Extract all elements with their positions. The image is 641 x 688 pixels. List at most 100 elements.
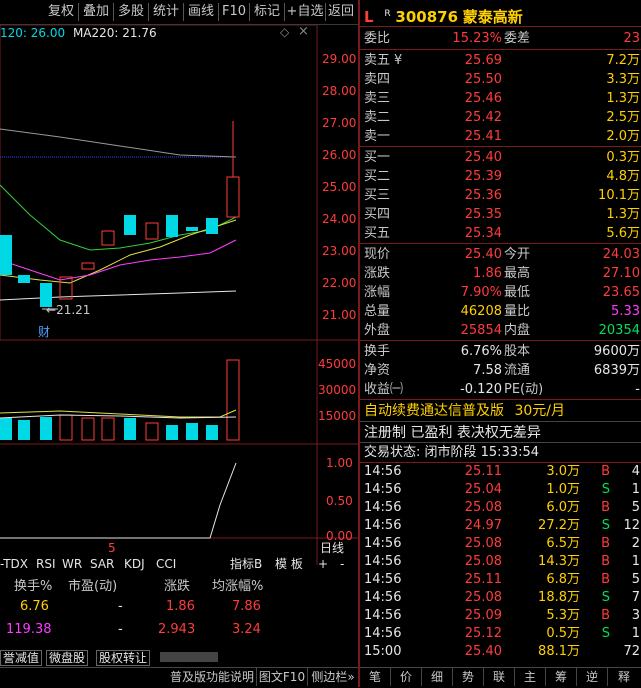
multi-stock-button[interactable]: 多股 [114,3,149,21]
close-icon[interactable]: × [298,24,309,39]
add-watchlist-button[interactable]: +自选 [285,3,326,21]
ask-volume: 1.3万 [606,91,640,106]
bid-row[interactable]: 买一 25.40 0.3万 [364,148,640,167]
tick-row[interactable]: 14:56 25.09 5.3万 B 3 [364,607,640,625]
tab-sar[interactable]: SAR [90,556,114,572]
statistics-button[interactable]: 统计 [149,3,184,21]
kline-svg [0,24,358,565]
add-indicator-icon[interactable]: + [318,556,328,572]
bid-price: 25.34 [464,226,502,241]
ma120-label: 120: 26.00 [0,26,66,40]
price-tick: 23.00 [322,244,357,258]
bid-row[interactable]: 买五 25.34 5.6万 [364,224,640,243]
tick-volume: 88.1万 [538,644,580,659]
help-link[interactable]: 普及版功能说明 [168,668,257,686]
ask-row[interactable]: 卖四 25.50 3.3万 [364,70,640,89]
quote-row: 现价 25.40 今开 24.03 [364,245,640,264]
draw-line-button[interactable]: 画线 [184,3,219,21]
tab-impairment[interactable]: 誉减值 [0,650,43,666]
listing-info: 注册制 已盈利 表决权无差异 [364,423,640,443]
fund-value: 9600万 [593,344,640,359]
tab-cci[interactable]: CCI [156,556,176,572]
ask-row[interactable]: 卖三 25.46 1.3万 [364,89,640,108]
sidebar-toggle[interactable]: 侧边栏» [308,668,359,686]
tick-row[interactable]: 14:56 25.08 14.3万 B 1 [364,553,640,571]
candle [186,227,198,231]
stock-title: L R 300876 蒙泰高新 [364,4,523,26]
fund-value: 7.58 [473,363,502,378]
tab-scrollbar[interactable] [160,652,218,662]
fund-label: 股本 [504,344,531,359]
overlay-button[interactable]: 叠加 [79,3,114,21]
tick-row[interactable]: 14:56 25.08 18.8万 S 7 [364,589,640,607]
volume-tick: 30000 [318,383,357,397]
bid-volume: 0.3万 [606,150,640,165]
quote-value: 25854 [460,323,502,338]
price-tick: 28.00 [322,84,357,98]
tick-price: 25.08 [464,500,502,515]
tick-row[interactable]: 14:56 25.08 6.5万 B 2 [364,535,640,553]
bid-row[interactable]: 买四 25.35 1.3万 [364,205,640,224]
f10-button[interactable]: F10 [219,3,250,21]
tick-row[interactable]: 14:56 25.04 1.0万 S 1 [364,481,640,499]
bid-label: 买四 [364,207,391,222]
ask-price: 25.46 [464,91,502,106]
finance-marker[interactable]: 财 [38,326,50,338]
kline-chart-area[interactable]: 120: 26.00 MA220: 21.76 ◇ × 29.00 28.00 … [0,24,358,565]
tick-row[interactable]: 14:56 25.08 6.0万 B 5 [364,499,640,517]
tick-count: 1 [631,482,640,497]
indicator-tick: 1.00 [326,456,353,470]
tick-row[interactable]: 14:56 25.12 0.5万 S 1 [364,625,640,643]
listing-info-text: 注册制 已盈利 表决权无差异 [364,425,541,441]
tick-list[interactable]: 14:56 25.11 3.0万 B 4 14:56 25.04 1.0万 S 1 14:56 25.… [360,463,641,661]
tick-row[interactable]: 14:56 25.11 3.0万 B 4 [364,463,640,481]
quote-value: 5.33 [611,304,640,319]
price-tick: 29.00 [322,52,357,66]
tick-row[interactable]: 15:00 25.40 88.1万 72 [364,643,640,661]
ask-label: 卖一 [364,129,391,144]
ask-row[interactable]: 卖二 25.42 2.5万 [364,108,640,127]
tab-kdj[interactable]: KDJ [124,556,145,572]
fund-label: PE(动) [504,382,544,397]
back-button[interactable]: 返回 [326,3,356,21]
tick-side: B [601,464,610,479]
bid-row[interactable]: 买二 25.39 4.8万 [364,167,640,186]
tick-time: 14:56 [364,590,402,605]
quote-value: 7.90% [460,285,502,300]
diamond-icon[interactable]: ◇ [280,25,289,39]
daily-line-button[interactable]: 日线 [320,542,344,554]
tick-time: 14:56 [364,608,402,623]
tick-volume: 6.5万 [546,536,580,551]
tab-rsi[interactable]: RSI [36,556,56,572]
f10-graphic-button[interactable]: 图文F10 [257,668,308,686]
mark-button[interactable]: 标记 [250,3,285,21]
low-price-label: ←21.21 [46,303,91,317]
quote-value: 23.65 [602,285,640,300]
tick-row[interactable]: 14:56 25.11 6.8万 B 5 [364,571,640,589]
chart-toolbar: 复权 叠加 多股 统计 画线 F10 标记 +自选 返回 [0,0,358,25]
fund-row: 收益㈠ -0.120 PE(动) - [364,380,640,399]
tab-tdx[interactable]: -TDX [0,556,28,572]
tab-equity-transfer[interactable]: 股权转让 [96,650,151,666]
indicator-b-button[interactable]: 指标B [230,556,262,572]
volume-bar [18,420,30,440]
weibi-value: 15.23% [452,31,502,46]
price-tick: 21.00 [322,308,357,322]
bid-row[interactable]: 买三 25.36 10.1万 [364,186,640,205]
tab-wr[interactable]: WR [62,556,82,572]
fund-value: - [635,382,640,397]
tab-micro-cap[interactable]: 微盘股 [46,650,89,666]
tick-row[interactable]: 14:56 24.97 27.2万 S 12 [364,517,640,535]
remove-indicator-icon[interactable]: - [340,556,344,572]
quote-value: 24.03 [602,247,640,262]
sector-mini-table: 换手% 市盈(动) 涨跌 均涨幅% 6.76 - 1.86 7.86 119.3… [0,575,358,645]
subscription-ad[interactable]: 自动续费通达信普及版 30元/月 [364,401,640,421]
fuquan-button[interactable]: 复权 [44,3,79,21]
price-tick: 24.00 [322,212,357,226]
tick-side: B [601,572,610,587]
ask-row[interactable]: 卖五 ¥ 25.69 7.2万 [364,51,640,70]
tick-time: 14:56 [364,626,402,641]
quote-label: 今开 [504,247,531,262]
ask-row[interactable]: 卖一 25.41 2.0万 [364,127,640,146]
template-button[interactable]: 模 板 [275,556,303,572]
